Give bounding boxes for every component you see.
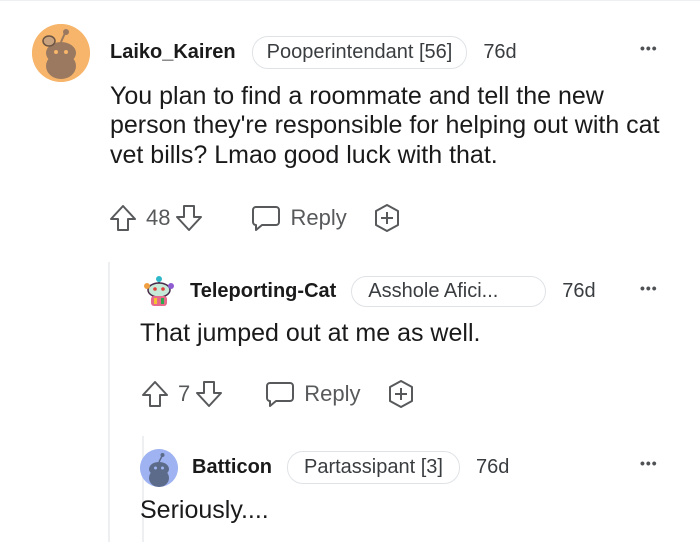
more-options-icon[interactable]: ••• [640, 455, 658, 471]
upvote-icon[interactable] [140, 379, 170, 409]
timestamp[interactable]: 76d [476, 456, 509, 479]
user-avatar[interactable] [142, 274, 176, 308]
reply-icon [252, 206, 281, 231]
username[interactable]: Laiko_Kairen [110, 41, 236, 64]
award-icon[interactable] [385, 378, 417, 410]
user-avatar[interactable] [140, 449, 178, 487]
award-icon[interactable] [371, 202, 403, 234]
timestamp[interactable]: 76d [483, 41, 516, 64]
user-flair: Asshole Afici... [351, 275, 547, 307]
downvote-icon[interactable] [194, 379, 224, 409]
username[interactable]: Batticon [192, 456, 272, 479]
reply-label: Reply [290, 205, 347, 230]
reply-label: Reply [304, 381, 361, 406]
reply-button[interactable]: Reply [264, 379, 361, 409]
upvote-icon[interactable] [108, 203, 138, 233]
vote-score: 7 [178, 381, 191, 406]
comment: Laiko_Kairen Pooperintendant [56] 76d ••… [0, 0, 700, 260]
comment-actions: 48 Reply [108, 201, 403, 235]
user-flair: Partassipant [3] [287, 450, 460, 484]
more-options-icon[interactable]: ••• [640, 280, 658, 296]
comment-header: Teleporting-Cat Asshole Afici... 76d [190, 275, 596, 307]
vote-score: 48 [146, 205, 171, 230]
comment-body: That jumped out at me as well. [140, 319, 481, 347]
comment-actions: 7 Reply [140, 377, 417, 411]
reply-button[interactable]: Reply [250, 203, 347, 233]
snoo-avatar-icon [32, 24, 90, 82]
comment-body: Seriously.... [140, 496, 269, 524]
more-options-icon[interactable]: ••• [640, 40, 658, 56]
snoo-avatar-icon [140, 449, 178, 487]
comment-header: Batticon Partassipant [3] 76d [192, 450, 509, 484]
comment: Batticon Partassipant [3] 76d ••• Seriou… [0, 430, 700, 546]
username[interactable]: Teleporting-Cat [190, 280, 336, 303]
comment-header: Laiko_Kairen Pooperintendant [56] 76d [110, 35, 517, 69]
user-avatar[interactable] [32, 24, 90, 82]
downvote-icon[interactable] [174, 203, 204, 233]
comment-body: You plan to find a roommate and tell the… [110, 82, 660, 169]
timestamp[interactable]: 76d [562, 280, 595, 303]
reply-icon [266, 382, 295, 407]
user-flair: Pooperintendant [56] [251, 35, 468, 69]
comment: Teleporting-Cat Asshole Afici... 76d •••… [0, 260, 700, 430]
snoo-avatar-icon [144, 276, 174, 306]
